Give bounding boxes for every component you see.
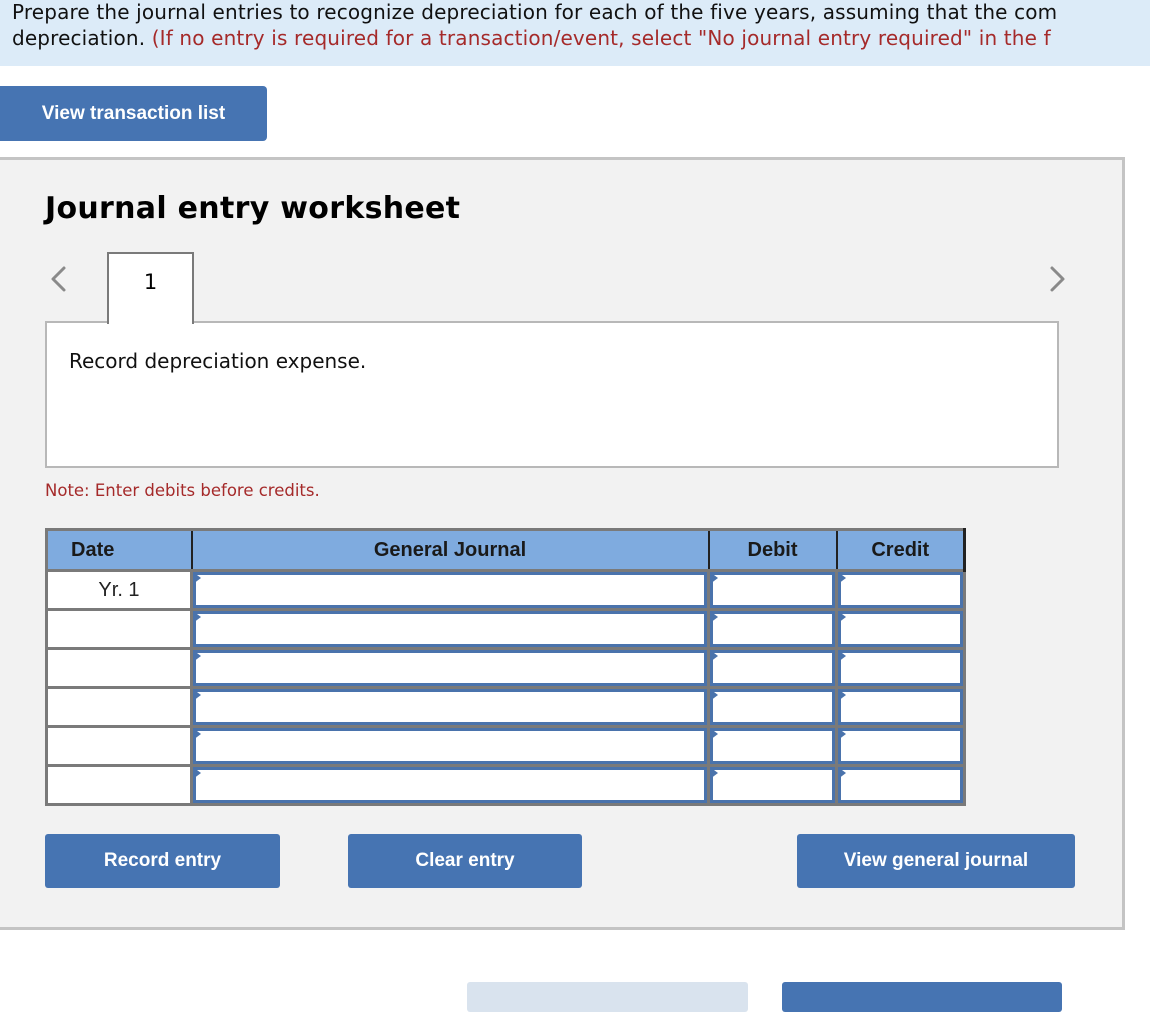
debit-cell — [707, 608, 838, 650]
debit-input[interactable] — [710, 572, 835, 608]
instructions-line-2: depreciation. (If no entry is required f… — [12, 26, 1150, 52]
input-marker-icon — [710, 611, 718, 623]
credit-cell — [835, 647, 966, 689]
entry-note: Note: Enter debits before credits. — [45, 481, 320, 500]
date-cell — [45, 686, 193, 728]
debit-input[interactable] — [710, 611, 835, 647]
account-cell — [190, 686, 710, 728]
column-header-debit: Debit — [707, 528, 838, 572]
view-general-journal-button[interactable]: View general journal — [797, 834, 1075, 888]
instructions: Prepare the journal entries to recognize… — [0, 0, 1150, 66]
input-marker-icon — [710, 689, 718, 701]
debit-cell — [707, 725, 838, 767]
instructions-line-1: Prepare the journal entries to recognize… — [12, 0, 1058, 24]
journal-row — [45, 686, 966, 728]
input-marker-icon — [838, 572, 846, 584]
input-marker-icon — [193, 767, 201, 779]
journal-entry-table: Date General Journal Debit Credit Yr. 1 — [45, 528, 966, 806]
credit-input[interactable] — [838, 767, 963, 803]
account-cell — [190, 764, 710, 806]
debit-input[interactable] — [710, 728, 835, 764]
instructions-text: depreciation. — [12, 25, 152, 50]
date-cell: Yr. 1 — [45, 569, 193, 611]
account-cell — [190, 647, 710, 689]
date-cell — [45, 725, 193, 767]
account-select[interactable] — [193, 728, 707, 764]
credit-cell — [835, 725, 966, 767]
input-marker-icon — [838, 728, 846, 740]
input-marker-icon — [193, 728, 201, 740]
account-select[interactable] — [193, 611, 707, 647]
date-cell — [45, 647, 193, 689]
instructions-hint: (If no entry is required for a transacti… — [151, 25, 1051, 50]
record-entry-button[interactable]: Record entry — [45, 834, 280, 888]
credit-cell — [835, 569, 966, 611]
debit-cell — [707, 686, 838, 728]
entry-tab-label: 1 — [143, 270, 158, 294]
credit-cell — [835, 608, 966, 650]
account-select[interactable] — [193, 767, 707, 803]
credit-input[interactable] — [838, 650, 963, 686]
input-marker-icon — [193, 650, 201, 662]
credit-cell — [835, 686, 966, 728]
next-entry-button[interactable] — [1040, 260, 1070, 300]
chevron-left-icon — [51, 266, 66, 292]
entry-tab-1[interactable]: 1 — [107, 252, 194, 324]
account-select[interactable] — [193, 572, 707, 608]
next-page-button[interactable] — [782, 982, 1062, 1012]
transaction-description: Record depreciation expense. — [69, 349, 367, 373]
debit-cell — [707, 647, 838, 689]
debit-input[interactable] — [710, 689, 835, 725]
input-marker-icon — [710, 650, 718, 662]
worksheet-title: Journal entry worksheet — [45, 191, 461, 226]
column-header-date: Date — [45, 528, 193, 572]
input-marker-icon — [838, 689, 846, 701]
input-marker-icon — [710, 728, 718, 740]
debit-cell — [707, 764, 838, 806]
credit-input[interactable] — [838, 728, 963, 764]
journal-row: Yr. 1 — [45, 569, 966, 611]
account-cell — [190, 608, 710, 650]
view-transaction-list-button[interactable]: View transaction list — [0, 86, 267, 141]
account-select[interactable] — [193, 650, 707, 686]
account-select[interactable] — [193, 689, 707, 725]
journal-row — [45, 647, 966, 689]
previous-page-button[interactable] — [467, 982, 748, 1012]
debit-input[interactable] — [710, 767, 835, 803]
input-marker-icon — [710, 572, 718, 584]
clear-entry-button[interactable]: Clear entry — [348, 834, 582, 888]
credit-input[interactable] — [838, 572, 963, 608]
previous-entry-button[interactable] — [44, 260, 74, 300]
account-cell — [190, 569, 710, 611]
journal-row — [45, 608, 966, 650]
transaction-description-box — [45, 321, 1059, 468]
credit-input[interactable] — [838, 689, 963, 725]
input-marker-icon — [838, 767, 846, 779]
account-cell — [190, 725, 710, 767]
column-header-general-journal: General Journal — [190, 528, 710, 572]
input-marker-icon — [710, 767, 718, 779]
column-header-credit: Credit — [835, 528, 966, 572]
input-marker-icon — [193, 689, 201, 701]
credit-input[interactable] — [838, 611, 963, 647]
input-marker-icon — [838, 650, 846, 662]
date-cell — [45, 608, 193, 650]
journal-row — [45, 725, 966, 767]
input-marker-icon — [838, 611, 846, 623]
credit-cell — [835, 764, 966, 806]
table-header-row: Date General Journal Debit Credit — [45, 528, 966, 572]
debit-cell — [707, 569, 838, 611]
input-marker-icon — [193, 611, 201, 623]
input-marker-icon — [193, 572, 201, 584]
debit-input[interactable] — [710, 650, 835, 686]
chevron-right-icon — [1050, 266, 1065, 292]
date-cell — [45, 764, 193, 806]
journal-row — [45, 764, 966, 806]
